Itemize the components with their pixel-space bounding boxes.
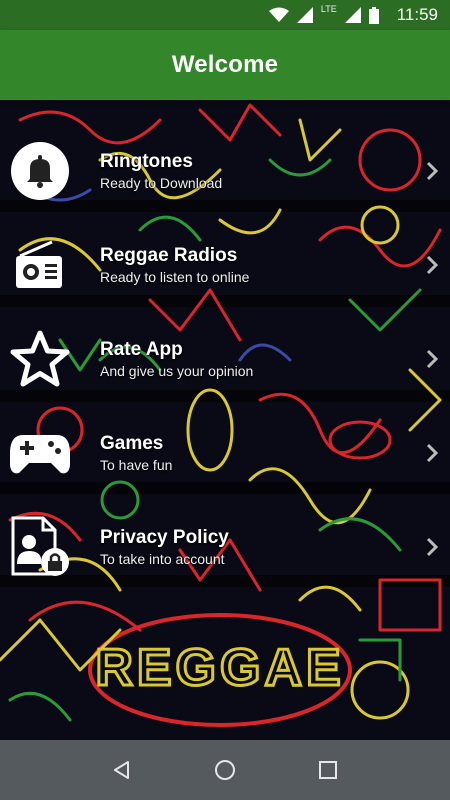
bell-icon	[11, 142, 69, 200]
menu-item-reggae-radios[interactable]: Reggae Radios Ready to listen to online	[0, 218, 450, 312]
reggae-art-text: REGGAE	[95, 639, 344, 697]
chevron-right-icon	[426, 537, 439, 557]
menu-item-rate-app[interactable]: Rate App And give us your opinion	[0, 312, 450, 406]
menu-item-icon	[0, 218, 80, 312]
menu-item-icon	[0, 312, 80, 406]
clock: 11:59	[396, 5, 438, 24]
menu-item-subtitle: Ready to Download	[100, 175, 223, 191]
radio-icon	[16, 240, 62, 288]
home-button[interactable]	[205, 750, 245, 790]
menu-item-privacy-policy[interactable]: Privacy Policy To take into account	[0, 500, 450, 594]
recents-icon	[319, 761, 338, 779]
menu-item-ringtones[interactable]: Ringtones Ready to Download	[0, 124, 450, 218]
privacy-document-icon	[11, 516, 69, 576]
back-button[interactable]	[102, 750, 142, 790]
chevron-right-icon	[426, 161, 439, 181]
battery-icon	[368, 6, 379, 24]
menu-item-subtitle: To have fun	[100, 457, 173, 473]
menu-item-title: Rate App	[100, 339, 183, 360]
menu-item-subtitle: Ready to listen to online	[100, 269, 250, 285]
main-content: REGGAE Ringtones Ready to Download Regga…	[0, 100, 450, 740]
menu-item-title: Privacy Policy	[100, 527, 229, 548]
menu-item-subtitle: To take into account	[100, 551, 225, 567]
menu-item-icon	[0, 124, 80, 218]
app-bar: Welcome	[0, 30, 450, 100]
lte-signal-icon	[344, 7, 361, 23]
signal-icon	[296, 7, 313, 23]
menu-item-title: Reggae Radios	[100, 245, 238, 266]
chevron-right-icon	[426, 255, 439, 275]
system-nav-bar	[0, 740, 450, 800]
wifi-icon	[268, 7, 289, 22]
network-type-label: LTE	[320, 4, 337, 14]
menu-item-title: Games	[100, 433, 164, 454]
status-bar: LTE 11:59	[0, 0, 450, 30]
menu-item-subtitle: And give us your opinion	[100, 363, 254, 379]
recents-button[interactable]	[308, 750, 348, 790]
menu-item-games[interactable]: Games To have fun	[0, 406, 450, 500]
menu-item-icon	[0, 406, 80, 500]
home-icon	[214, 760, 235, 780]
menu-item-title: Ringtones	[100, 151, 193, 172]
chevron-right-icon	[426, 349, 439, 369]
back-icon	[113, 761, 129, 779]
gamepad-icon	[10, 435, 70, 474]
star-icon	[10, 330, 70, 387]
chevron-right-icon	[426, 443, 439, 463]
page-title: Welcome	[171, 51, 279, 78]
menu-item-icon	[0, 500, 80, 594]
